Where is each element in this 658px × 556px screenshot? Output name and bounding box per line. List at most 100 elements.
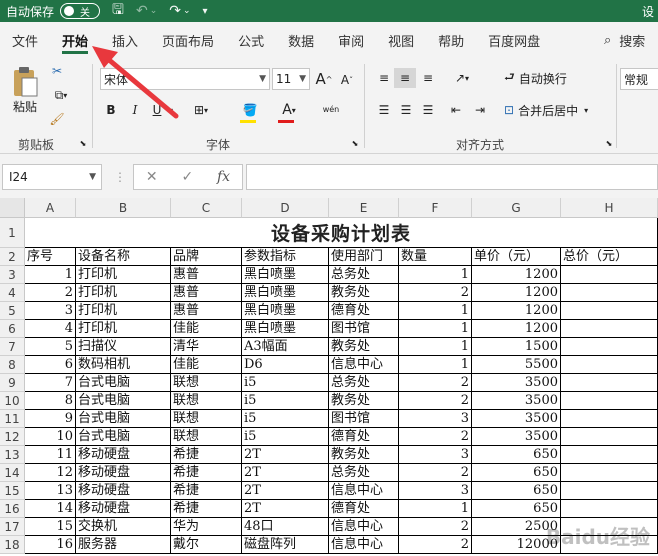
column-header-b[interactable]: B (76, 198, 171, 218)
table-cell[interactable]: A3幅面 (242, 338, 329, 356)
row-header-9[interactable]: 9 (0, 374, 25, 392)
table-cell[interactable]: 移动硬盘 (76, 464, 171, 482)
table-cell[interactable]: 4 (25, 320, 76, 338)
table-cell[interactable]: 希捷 (171, 500, 242, 518)
row-header-4[interactable]: 4 (0, 284, 25, 302)
table-cell[interactable]: 联想 (171, 392, 242, 410)
table-cell[interactable] (561, 302, 658, 320)
column-header-c[interactable]: C (171, 198, 242, 218)
table-cell[interactable]: 惠普 (171, 302, 242, 320)
table-cell[interactable] (561, 410, 658, 428)
table-cell[interactable]: 3 (25, 302, 76, 320)
row-header-2[interactable]: 2 (0, 248, 25, 266)
row-header-18[interactable]: 18 (0, 536, 25, 554)
table-cell[interactable]: 台式电脑 (76, 374, 171, 392)
header-cell[interactable]: 序号 (25, 248, 76, 266)
table-cell[interactable]: 10 (25, 428, 76, 446)
table-cell[interactable]: 2T (242, 464, 329, 482)
row-header-14[interactable]: 14 (0, 464, 25, 482)
table-cell[interactable]: 2 (399, 374, 472, 392)
table-cell[interactable]: 磁盘阵列 (242, 536, 329, 554)
table-cell[interactable]: 3500 (472, 428, 561, 446)
table-cell[interactable]: 德育处 (329, 428, 399, 446)
table-cell[interactable]: 3500 (472, 374, 561, 392)
table-cell[interactable]: 3 (399, 446, 472, 464)
table-cell[interactable]: 佳能 (171, 320, 242, 338)
row-header-15[interactable]: 15 (0, 482, 25, 500)
table-cell[interactable]: 教务处 (329, 338, 399, 356)
table-cell[interactable]: 打印机 (76, 320, 171, 338)
column-header-f[interactable]: F (399, 198, 472, 218)
table-cell[interactable]: 德育处 (329, 302, 399, 320)
table-cell[interactable]: 教务处 (329, 284, 399, 302)
table-cell[interactable]: D6 (242, 356, 329, 374)
table-cell[interactable]: i5 (242, 392, 329, 410)
insert-function-button[interactable]: fx (217, 169, 230, 185)
table-cell[interactable]: 台式电脑 (76, 428, 171, 446)
table-cell[interactable]: 2 (399, 428, 472, 446)
table-cell[interactable]: 650 (472, 446, 561, 464)
table-cell[interactable]: 7 (25, 374, 76, 392)
table-cell[interactable]: 信息中心 (329, 518, 399, 536)
table-cell[interactable]: 希捷 (171, 464, 242, 482)
table-cell[interactable]: 联想 (171, 428, 242, 446)
row-header-6[interactable]: 6 (0, 320, 25, 338)
table-cell[interactable]: 2T (242, 500, 329, 518)
row-header-16[interactable]: 16 (0, 500, 25, 518)
row-header-3[interactable]: 3 (0, 266, 25, 284)
row-header-1[interactable]: 1 (0, 218, 25, 248)
table-cell[interactable] (561, 500, 658, 518)
header-cell[interactable]: 总价（元） (561, 248, 658, 266)
table-cell[interactable]: 3 (399, 482, 472, 500)
table-cell[interactable]: 台式电脑 (76, 410, 171, 428)
table-cell[interactable]: 图书馆 (329, 320, 399, 338)
row-header-13[interactable]: 13 (0, 446, 25, 464)
table-cell[interactable]: 3500 (472, 392, 561, 410)
table-cell[interactable] (561, 374, 658, 392)
table-cell[interactable]: 1 (25, 266, 76, 284)
table-cell[interactable]: 1500 (472, 338, 561, 356)
table-cell[interactable]: 650 (472, 500, 561, 518)
table-cell[interactable]: i5 (242, 428, 329, 446)
table-cell[interactable]: 12000 (472, 536, 561, 554)
table-cell[interactable]: 德育处 (329, 500, 399, 518)
table-cell[interactable]: 总务处 (329, 266, 399, 284)
table-cell[interactable] (561, 266, 658, 284)
table-cell[interactable]: 教务处 (329, 446, 399, 464)
table-cell[interactable]: 2 (399, 464, 472, 482)
table-cell[interactable]: 台式电脑 (76, 392, 171, 410)
column-header-a[interactable]: A (25, 198, 76, 218)
table-cell[interactable]: 清华 (171, 338, 242, 356)
table-cell[interactable]: 1 (399, 338, 472, 356)
row-header-5[interactable]: 5 (0, 302, 25, 320)
table-cell[interactable]: 打印机 (76, 302, 171, 320)
table-cell[interactable]: 打印机 (76, 266, 171, 284)
table-cell[interactable]: 15 (25, 518, 76, 536)
formula-input[interactable] (246, 164, 658, 190)
table-cell[interactable]: 1 (399, 500, 472, 518)
table-cell[interactable]: 8 (25, 392, 76, 410)
header-cell[interactable]: 数量 (399, 248, 472, 266)
row-header-12[interactable]: 12 (0, 428, 25, 446)
table-cell[interactable]: 联想 (171, 374, 242, 392)
table-cell[interactable]: 48口 (242, 518, 329, 536)
table-cell[interactable]: 黑白喷墨 (242, 284, 329, 302)
table-cell[interactable]: 1 (399, 302, 472, 320)
table-cell[interactable]: 2 (399, 284, 472, 302)
table-cell[interactable] (561, 392, 658, 410)
table-cell[interactable]: 5 (25, 338, 76, 356)
table-cell[interactable]: 图书馆 (329, 410, 399, 428)
column-header-g[interactable]: G (472, 198, 561, 218)
table-cell[interactable] (561, 536, 658, 554)
table-cell[interactable]: 希捷 (171, 446, 242, 464)
table-cell[interactable]: 数码相机 (76, 356, 171, 374)
table-cell[interactable]: i5 (242, 374, 329, 392)
table-cell[interactable]: 2 (25, 284, 76, 302)
table-cell[interactable]: 惠普 (171, 266, 242, 284)
row-header-11[interactable]: 11 (0, 410, 25, 428)
table-cell[interactable]: 3500 (472, 410, 561, 428)
table-cell[interactable]: 教务处 (329, 392, 399, 410)
name-box[interactable]: I24 ▼ (2, 164, 102, 190)
table-cell[interactable]: 扫描仪 (76, 338, 171, 356)
row-header-7[interactable]: 7 (0, 338, 25, 356)
